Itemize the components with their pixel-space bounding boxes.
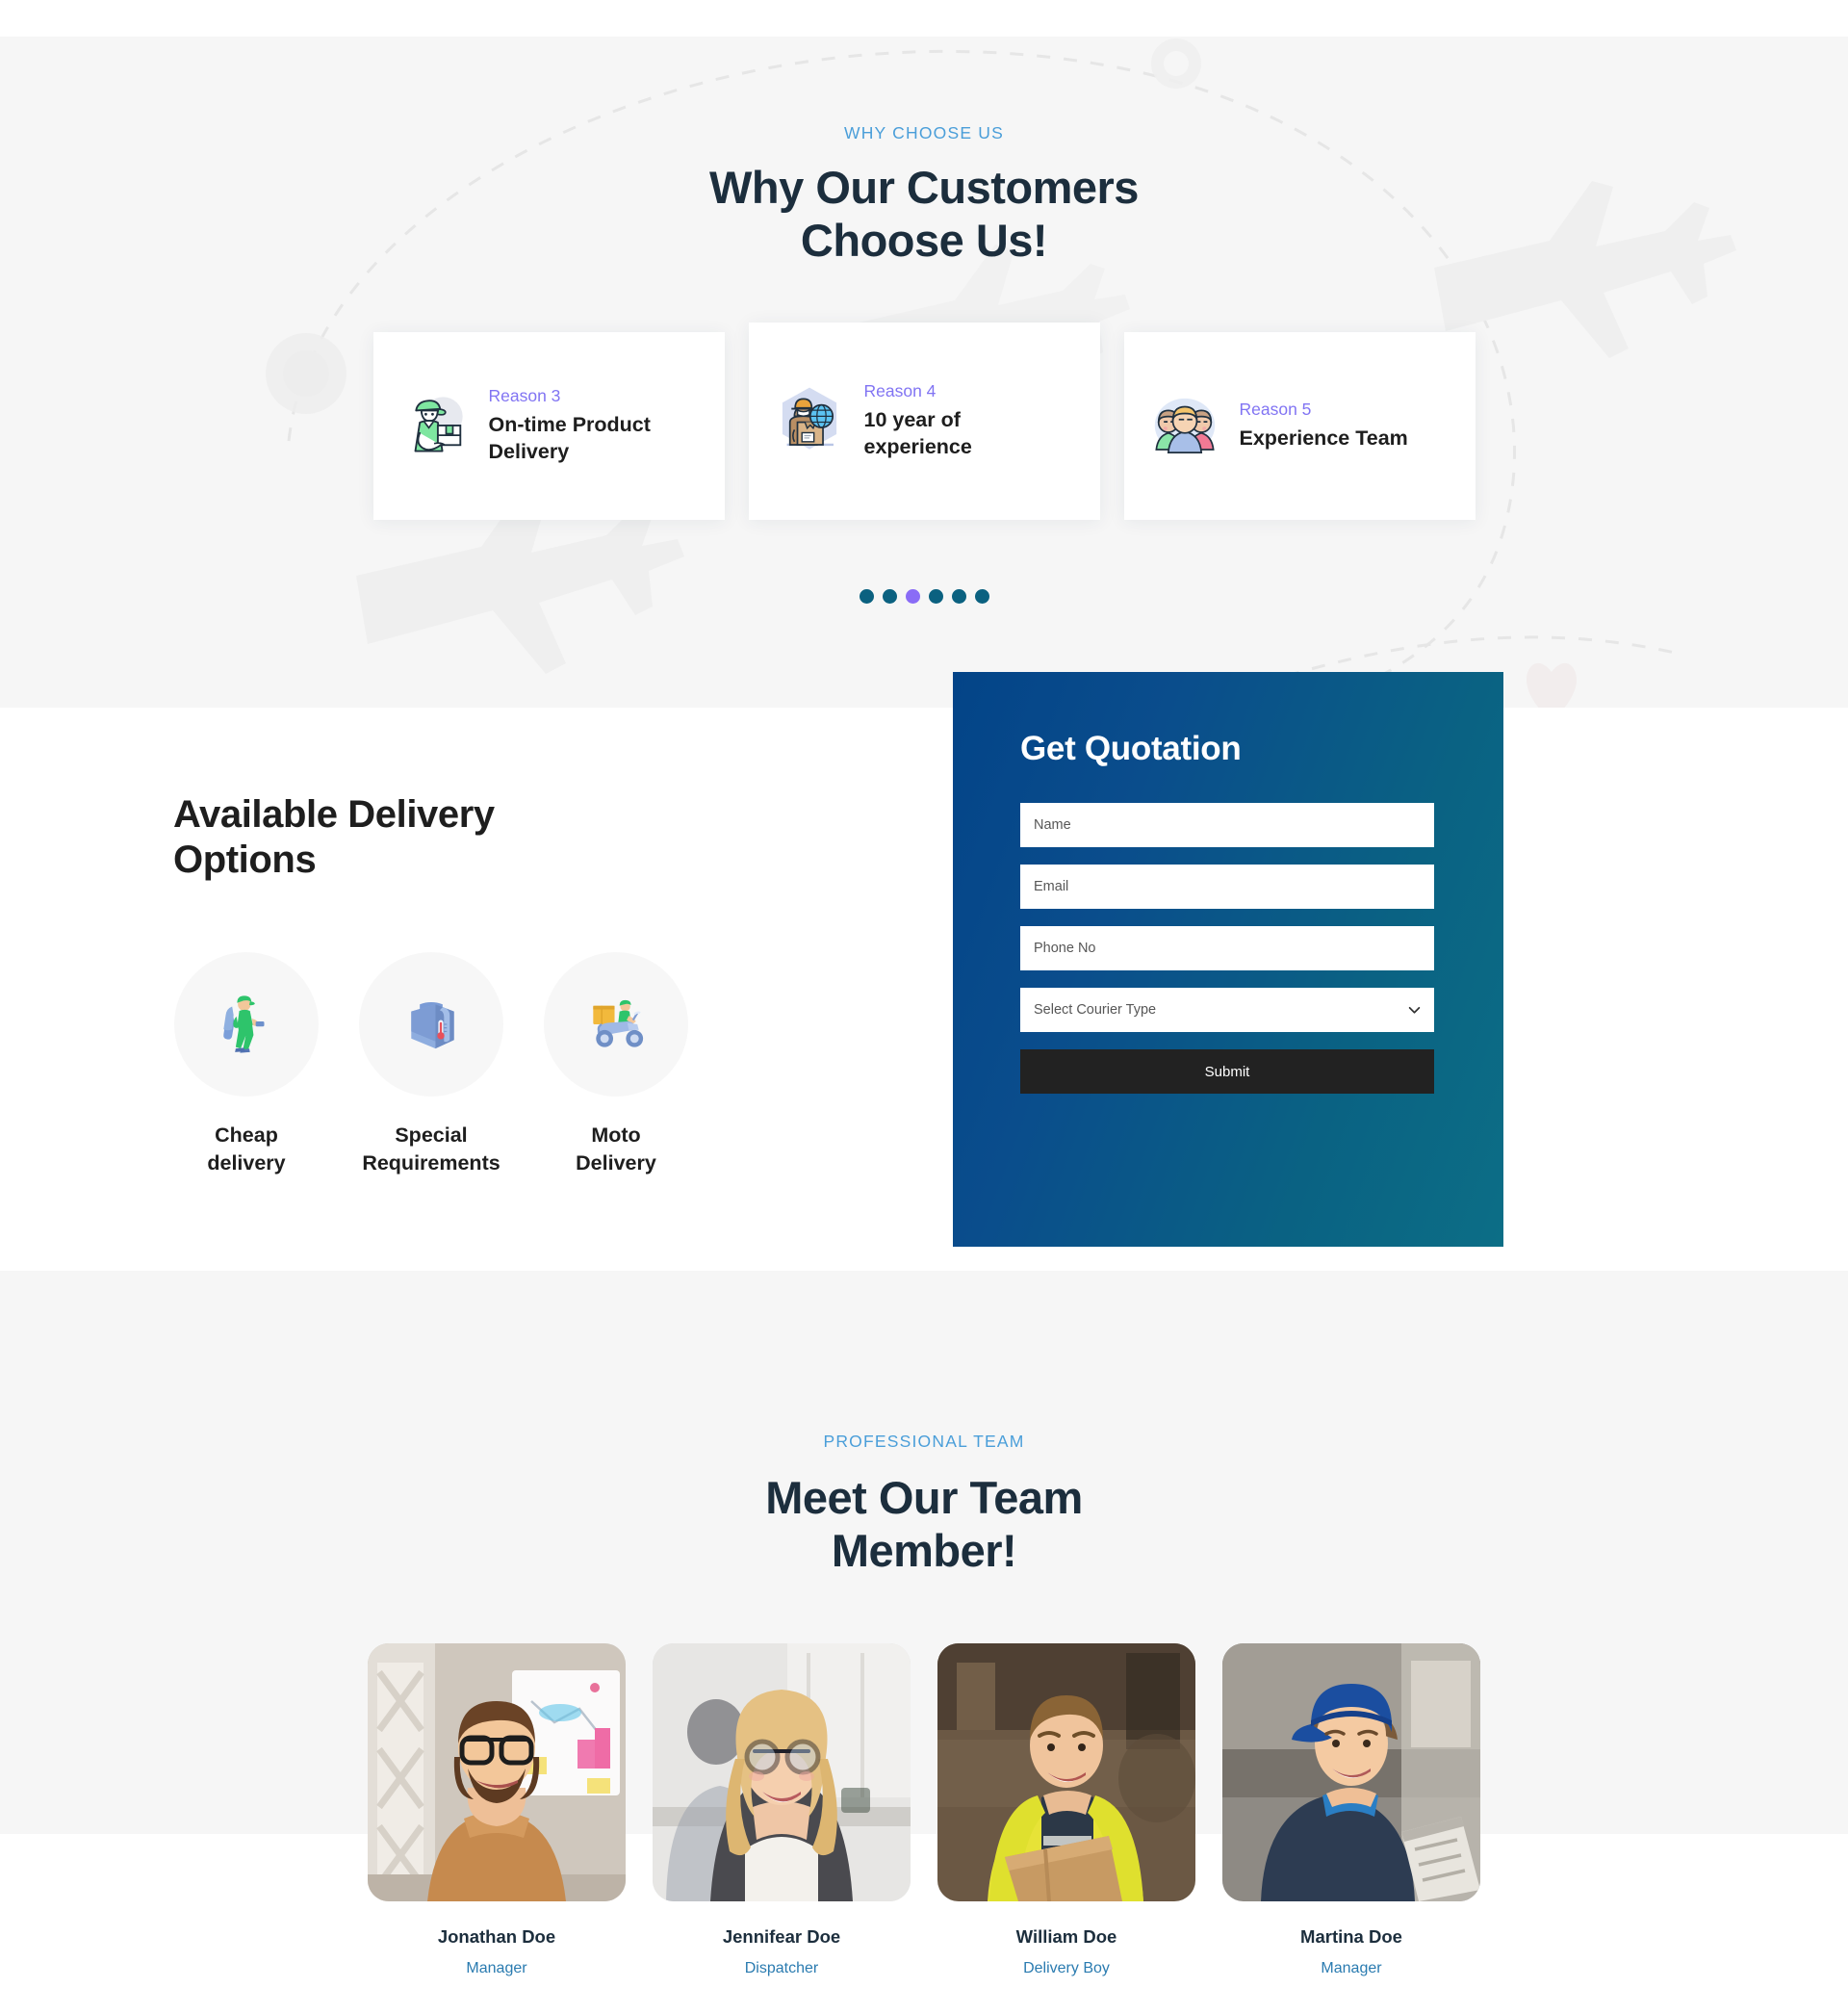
team-eyebrow: PROFESSIONAL TEAM bbox=[823, 1432, 1025, 1451]
team-member-role: Delivery Boy bbox=[1023, 1960, 1110, 1976]
team-member-role: Manager bbox=[466, 1960, 527, 1976]
team-member-role: Dispatcher bbox=[744, 1960, 819, 1976]
delivery-option-label-line1: Cheap bbox=[215, 1123, 278, 1148]
team-member-card[interactable]: Martina Doe Manager bbox=[1222, 1643, 1480, 1977]
why-choose-title: Why Our Customers Choose Us! bbox=[0, 161, 1848, 268]
team-member-name: Martina Doe bbox=[1300, 1926, 1402, 1947]
delivery-options-section: Available Delivery Options Cheap deliver… bbox=[0, 672, 1848, 1271]
delivery-option-label-line1: Moto bbox=[591, 1123, 641, 1148]
carousel-dot-5[interactable] bbox=[951, 588, 966, 604]
team-member-card[interactable]: Jonathan Doe Manager bbox=[368, 1643, 626, 1977]
reason-card-title: On-time Product Delivery bbox=[488, 412, 651, 464]
carousel-dot-3-active[interactable] bbox=[905, 588, 920, 604]
team-section: PROFESSIONAL TEAM Meet Our Team Member! bbox=[0, 1271, 1848, 1976]
why-choose-title-line1: Why Our Customers bbox=[709, 162, 1139, 213]
delivery-options-heading-line1: Available Delivery bbox=[173, 793, 495, 836]
reason-card-text: Reason 4 10 year of experience bbox=[864, 381, 1047, 461]
delivery-option-label-line2: Delivery bbox=[576, 1151, 656, 1175]
reason-card[interactable]: Reason 4 10 year of experience bbox=[748, 322, 1100, 520]
delivery-options-list: Cheap delivery Special Requirements Moto… bbox=[173, 952, 770, 1177]
reason-card-text: Reason 5 Experience Team bbox=[1240, 400, 1408, 452]
top-white-band bbox=[0, 0, 1848, 37]
reason-card-label: Reason 4 bbox=[863, 380, 937, 400]
carousel-dot-1[interactable] bbox=[859, 588, 874, 604]
submit-button[interactable]: Submit bbox=[1020, 1049, 1434, 1094]
team-member-name: Jonathan Doe bbox=[437, 1926, 556, 1947]
why-choose-eyebrow: WHY CHOOSE US bbox=[844, 123, 1004, 142]
walking-courier-icon bbox=[174, 952, 319, 1097]
delivery-option-item[interactable]: Cheap delivery bbox=[173, 952, 320, 1177]
why-choose-us-section: WHY CHOOSE US Why Our Customers Choose U… bbox=[0, 37, 1848, 708]
team-member-name: William Doe bbox=[1015, 1926, 1117, 1947]
team-member-card[interactable]: William Doe Delivery Boy bbox=[937, 1643, 1195, 1977]
team-title: Meet Our Team Member! bbox=[0, 1471, 1848, 1578]
get-quotation-card: Get Quotation Select Courier Type Submit bbox=[953, 672, 1503, 1247]
courier-type-select[interactable]: Select Courier Type bbox=[1020, 988, 1434, 1032]
team-title-line2: Member! bbox=[831, 1525, 1017, 1577]
delivery-option-label: Moto Delivery bbox=[543, 1122, 689, 1177]
blonde-woman-glasses-office-photo bbox=[653, 1643, 911, 1901]
woman-blue-cap-clipboard-photo bbox=[1222, 1643, 1480, 1901]
email-input[interactable] bbox=[1020, 865, 1434, 909]
delivery-option-item[interactable]: Special Requirements bbox=[358, 952, 504, 1177]
team-title-line1: Meet Our Team bbox=[765, 1472, 1083, 1523]
scooter-delivery-icon bbox=[544, 952, 688, 1097]
team-member-role: Manager bbox=[1321, 1960, 1382, 1976]
team-members-list: Jonathan Doe Manager Jennifear Doe Dispa… bbox=[0, 1643, 1848, 1977]
reason-cards-carousel: Reason 3 On-time Product Delivery Reason… bbox=[0, 322, 1848, 520]
carousel-dots[interactable] bbox=[0, 588, 1848, 604]
phone-input[interactable] bbox=[1020, 926, 1434, 970]
delivery-options-heading: Available Delivery Options bbox=[173, 792, 587, 883]
name-input[interactable] bbox=[1020, 803, 1434, 847]
carousel-dot-2[interactable] bbox=[882, 588, 897, 604]
reason-card-text: Reason 3 On-time Product Delivery bbox=[489, 386, 672, 466]
delivery-option-label-line1: Special bbox=[395, 1123, 468, 1148]
reason-card-title: 10 year of experience bbox=[863, 407, 972, 459]
reason-card[interactable]: Reason 3 On-time Product Delivery bbox=[372, 331, 725, 520]
cooler-bag-icon bbox=[359, 952, 503, 1097]
bearded-man-glasses-office-photo bbox=[368, 1643, 626, 1901]
team-member-card[interactable]: Jennifear Doe Dispatcher bbox=[653, 1643, 911, 1977]
reason-card[interactable]: Reason 5 Experience Team bbox=[1123, 331, 1476, 520]
delivery-option-item[interactable]: Moto Delivery bbox=[543, 952, 689, 1177]
carousel-dot-4[interactable] bbox=[928, 588, 943, 604]
worker-globe-package-icon bbox=[772, 383, 847, 458]
team-people-icon bbox=[1147, 388, 1222, 463]
courier-type-select-wrapper: Select Courier Type bbox=[1020, 988, 1434, 1032]
carousel-dot-6[interactable] bbox=[974, 588, 989, 604]
reason-card-label: Reason 3 bbox=[488, 385, 561, 405]
delivery-option-label-line2: delivery bbox=[207, 1151, 286, 1175]
delivery-option-label-line2: Requirements bbox=[362, 1151, 500, 1175]
reason-card-title: Experience Team bbox=[1239, 426, 1408, 451]
why-choose-title-line2: Choose Us! bbox=[800, 215, 1048, 267]
get-quotation-title: Get Quotation bbox=[1020, 730, 1242, 767]
delivery-option-label: Cheap delivery bbox=[173, 1122, 320, 1177]
team-member-name: Jennifear Doe bbox=[722, 1926, 841, 1947]
reason-card-label: Reason 5 bbox=[1239, 400, 1312, 420]
man-hi-vis-vest-box-photo bbox=[937, 1643, 1195, 1901]
delivery-options-heading-line2: Options bbox=[173, 839, 317, 882]
courier-with-package-icon bbox=[397, 388, 472, 463]
delivery-option-label: Special Requirements bbox=[358, 1122, 504, 1177]
